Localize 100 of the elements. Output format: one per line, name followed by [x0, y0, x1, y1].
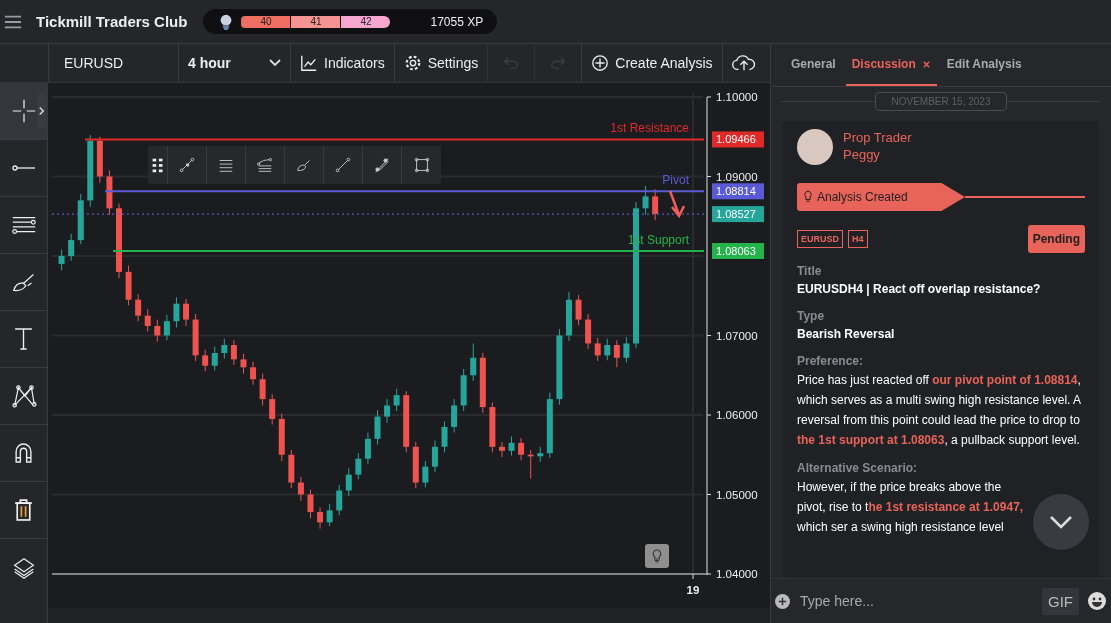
settings-button[interactable]: Settings — [393, 44, 488, 82]
section-text: However, if the price breaks above the pivot, rise to the 1st resistance at 1.0947, which ser a swing high resistance level — [797, 479, 1025, 536]
candlestick — [594, 337, 601, 362]
section-heading: Title — [797, 263, 823, 280]
candlestick — [297, 476, 304, 502]
arrow-drawing — [668, 189, 686, 219]
candlestick — [345, 467, 352, 497]
price-tick-label: 1.09000 — [716, 170, 758, 183]
timeframe-dropdown[interactable]: 4 hour — [178, 44, 290, 82]
candlestick — [202, 349, 209, 372]
price-tick-label: 1.07000 — [716, 329, 758, 342]
avatar — [797, 129, 833, 165]
idea-button[interactable] — [645, 544, 669, 568]
candlestick — [221, 338, 228, 360]
fib-icon — [256, 156, 274, 174]
candlestick — [58, 249, 65, 271]
app-title: Tickmill Traders Club — [36, 13, 188, 30]
candlestick — [470, 342, 477, 382]
level-segment: 40 — [241, 15, 291, 28]
candlestick — [355, 452, 362, 480]
plus-circle-icon — [591, 54, 610, 72]
price-marker: 1.09466 — [712, 131, 764, 148]
level-label: 1st Resistance — [610, 121, 689, 136]
author-name: Peggy — [843, 146, 881, 163]
create-analysis-button[interactable]: Create Analysis — [581, 44, 722, 82]
candlestick — [259, 373, 266, 406]
segment-icon — [373, 156, 391, 174]
crosshair-tool[interactable] — [0, 83, 47, 140]
candlestick — [183, 298, 190, 327]
pattern-icon — [9, 382, 38, 410]
candlestick — [250, 361, 257, 386]
section-text: Price has just reacted off our pivot point of 1.08814, which serves as a multi swing high resistance level. A reversal from this point could lead the price to drop to the 1st support at 1.08063, a pullback support level. — [797, 372, 1082, 449]
horizontal-line-icon — [11, 165, 36, 171]
candlestick — [652, 188, 659, 221]
candlestick — [508, 435, 515, 457]
price-tick-label: 1.10000 — [716, 91, 758, 103]
candlestick — [498, 441, 505, 458]
candlestick — [326, 503, 333, 527]
candlestick — [269, 393, 276, 426]
candlestick — [68, 233, 75, 262]
price-tick-label: 1.04000 — [716, 568, 758, 580]
price-marker: 1.08814 — [712, 183, 764, 200]
price-marker: 1.08527 — [712, 206, 764, 223]
smiley-icon[interactable] — [1087, 591, 1107, 611]
plus-circle-icon[interactable] — [775, 593, 790, 609]
panel-tab[interactable]: Edit Analysis — [940, 44, 1028, 86]
candlestick — [144, 308, 151, 333]
indicators-button[interactable]: Indicators — [290, 44, 394, 82]
panel-tab[interactable]: Discussion — [845, 44, 937, 86]
candlestick — [307, 489, 314, 519]
section-heading: Preference: — [797, 353, 865, 370]
candlestick — [623, 336, 630, 364]
price-tick-label: 1.06000 — [716, 409, 758, 421]
candlestick — [431, 439, 438, 473]
candlestick — [154, 319, 161, 343]
candlestick — [451, 398, 458, 433]
candlestick — [441, 420, 448, 453]
status-badge: Pending — [1027, 225, 1085, 253]
candlestick — [374, 409, 381, 445]
panel-tab[interactable]: General — [785, 44, 842, 86]
candlestick — [642, 185, 649, 216]
level-segment: 42 — [341, 15, 391, 28]
candlestick — [604, 338, 611, 361]
message-input[interactable]: Type here... — [798, 592, 1034, 610]
close-icon[interactable] — [921, 59, 931, 69]
candlestick — [163, 314, 170, 341]
tag: H4 — [848, 230, 868, 248]
gif-button[interactable]: GIF — [1042, 587, 1079, 615]
symbol-selector[interactable]: EURUSD — [48, 44, 178, 82]
xp-count: 17055 XP — [430, 14, 484, 29]
chevron-down-icon — [1049, 515, 1073, 529]
line-icon — [334, 156, 352, 174]
level-line[interactable] — [104, 190, 705, 193]
candlestick — [575, 294, 582, 326]
event-banner: Analysis Created — [797, 183, 965, 211]
cloud-upload-icon — [731, 54, 756, 72]
lightbulb-icon — [651, 548, 663, 564]
price-marker: 1.08063 — [712, 243, 764, 259]
section-text: EURUSDH4 | React off overlap resistance? — [797, 281, 1042, 298]
lightbulb-icon — [803, 190, 813, 204]
menu-icon[interactable] — [4, 13, 22, 30]
level-segment: 41 — [291, 15, 341, 28]
section-heading: Type — [797, 308, 826, 325]
rectangle-icon — [412, 156, 431, 174]
candlestick — [211, 346, 218, 371]
trash-icon — [14, 499, 33, 521]
candlestick — [230, 339, 237, 366]
level-label: Pivot — [662, 173, 689, 188]
time-axis-label: 19 — [686, 584, 700, 596]
text-icon — [14, 328, 33, 350]
candlestick — [384, 398, 391, 424]
candlestick — [317, 506, 324, 530]
tag: EURUSD — [797, 230, 843, 248]
candlestick — [173, 296, 180, 329]
candlestick — [364, 431, 371, 465]
caret-icon — [269, 59, 281, 67]
line-chart-icon — [300, 54, 318, 72]
candlestick — [393, 388, 400, 412]
author-role: Prop Trader — [843, 129, 912, 146]
candlestick — [336, 484, 343, 516]
